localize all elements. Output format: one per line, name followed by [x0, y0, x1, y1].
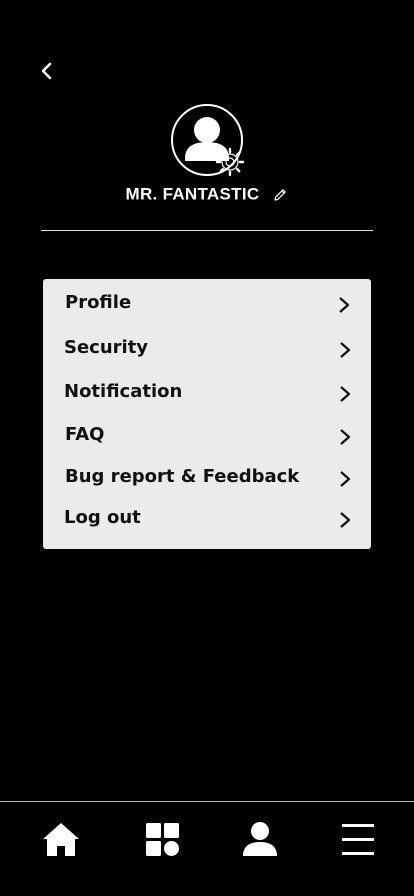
hamburger-menu-icon	[342, 824, 374, 855]
gear-icon	[215, 147, 245, 177]
menu-item-security[interactable]: Security	[43, 329, 371, 369]
settings-menu: Profile Security Notification FAQ Bug re…	[43, 279, 371, 549]
chevron-right-icon	[340, 512, 351, 528]
profile-name: MR. FANTASTIC	[125, 184, 260, 204]
tab-menu[interactable]	[336, 818, 380, 862]
home-icon	[43, 823, 79, 856]
grid-icon	[146, 823, 179, 856]
chevron-right-icon	[340, 386, 351, 402]
chevron-right-icon	[340, 429, 351, 445]
divider	[41, 230, 373, 231]
chevron-left-icon	[41, 62, 52, 80]
profile-name-row: MR. FANTASTIC	[0, 184, 414, 205]
menu-item-label: Notification	[64, 381, 183, 402]
menu-item-faq[interactable]: FAQ	[43, 416, 371, 456]
person-icon	[243, 822, 277, 856]
menu-item-label: Log out	[64, 507, 141, 528]
menu-item-log-out[interactable]: Log out	[43, 499, 371, 539]
tab-dashboard[interactable]	[140, 818, 184, 862]
tabbar-divider	[0, 801, 414, 802]
chevron-right-icon	[340, 342, 351, 358]
tab-home[interactable]	[39, 818, 83, 862]
chevron-right-icon	[339, 297, 350, 313]
chevron-right-icon	[340, 471, 351, 487]
menu-item-label: FAQ	[65, 424, 105, 445]
change-avatar-button[interactable]	[214, 146, 246, 178]
menu-item-bug-report[interactable]: Bug report & Feedback	[43, 458, 371, 498]
back-button[interactable]	[36, 58, 58, 84]
menu-item-label: Bug report & Feedback	[65, 466, 300, 487]
menu-item-notification[interactable]: Notification	[43, 373, 371, 413]
edit-name-button[interactable]	[272, 187, 288, 203]
menu-item-label: Security	[64, 337, 149, 358]
tab-profile[interactable]	[238, 818, 282, 862]
pencil-icon	[274, 188, 287, 201]
menu-item-profile[interactable]: Profile	[43, 284, 371, 324]
menu-item-label: Profile	[65, 292, 132, 313]
